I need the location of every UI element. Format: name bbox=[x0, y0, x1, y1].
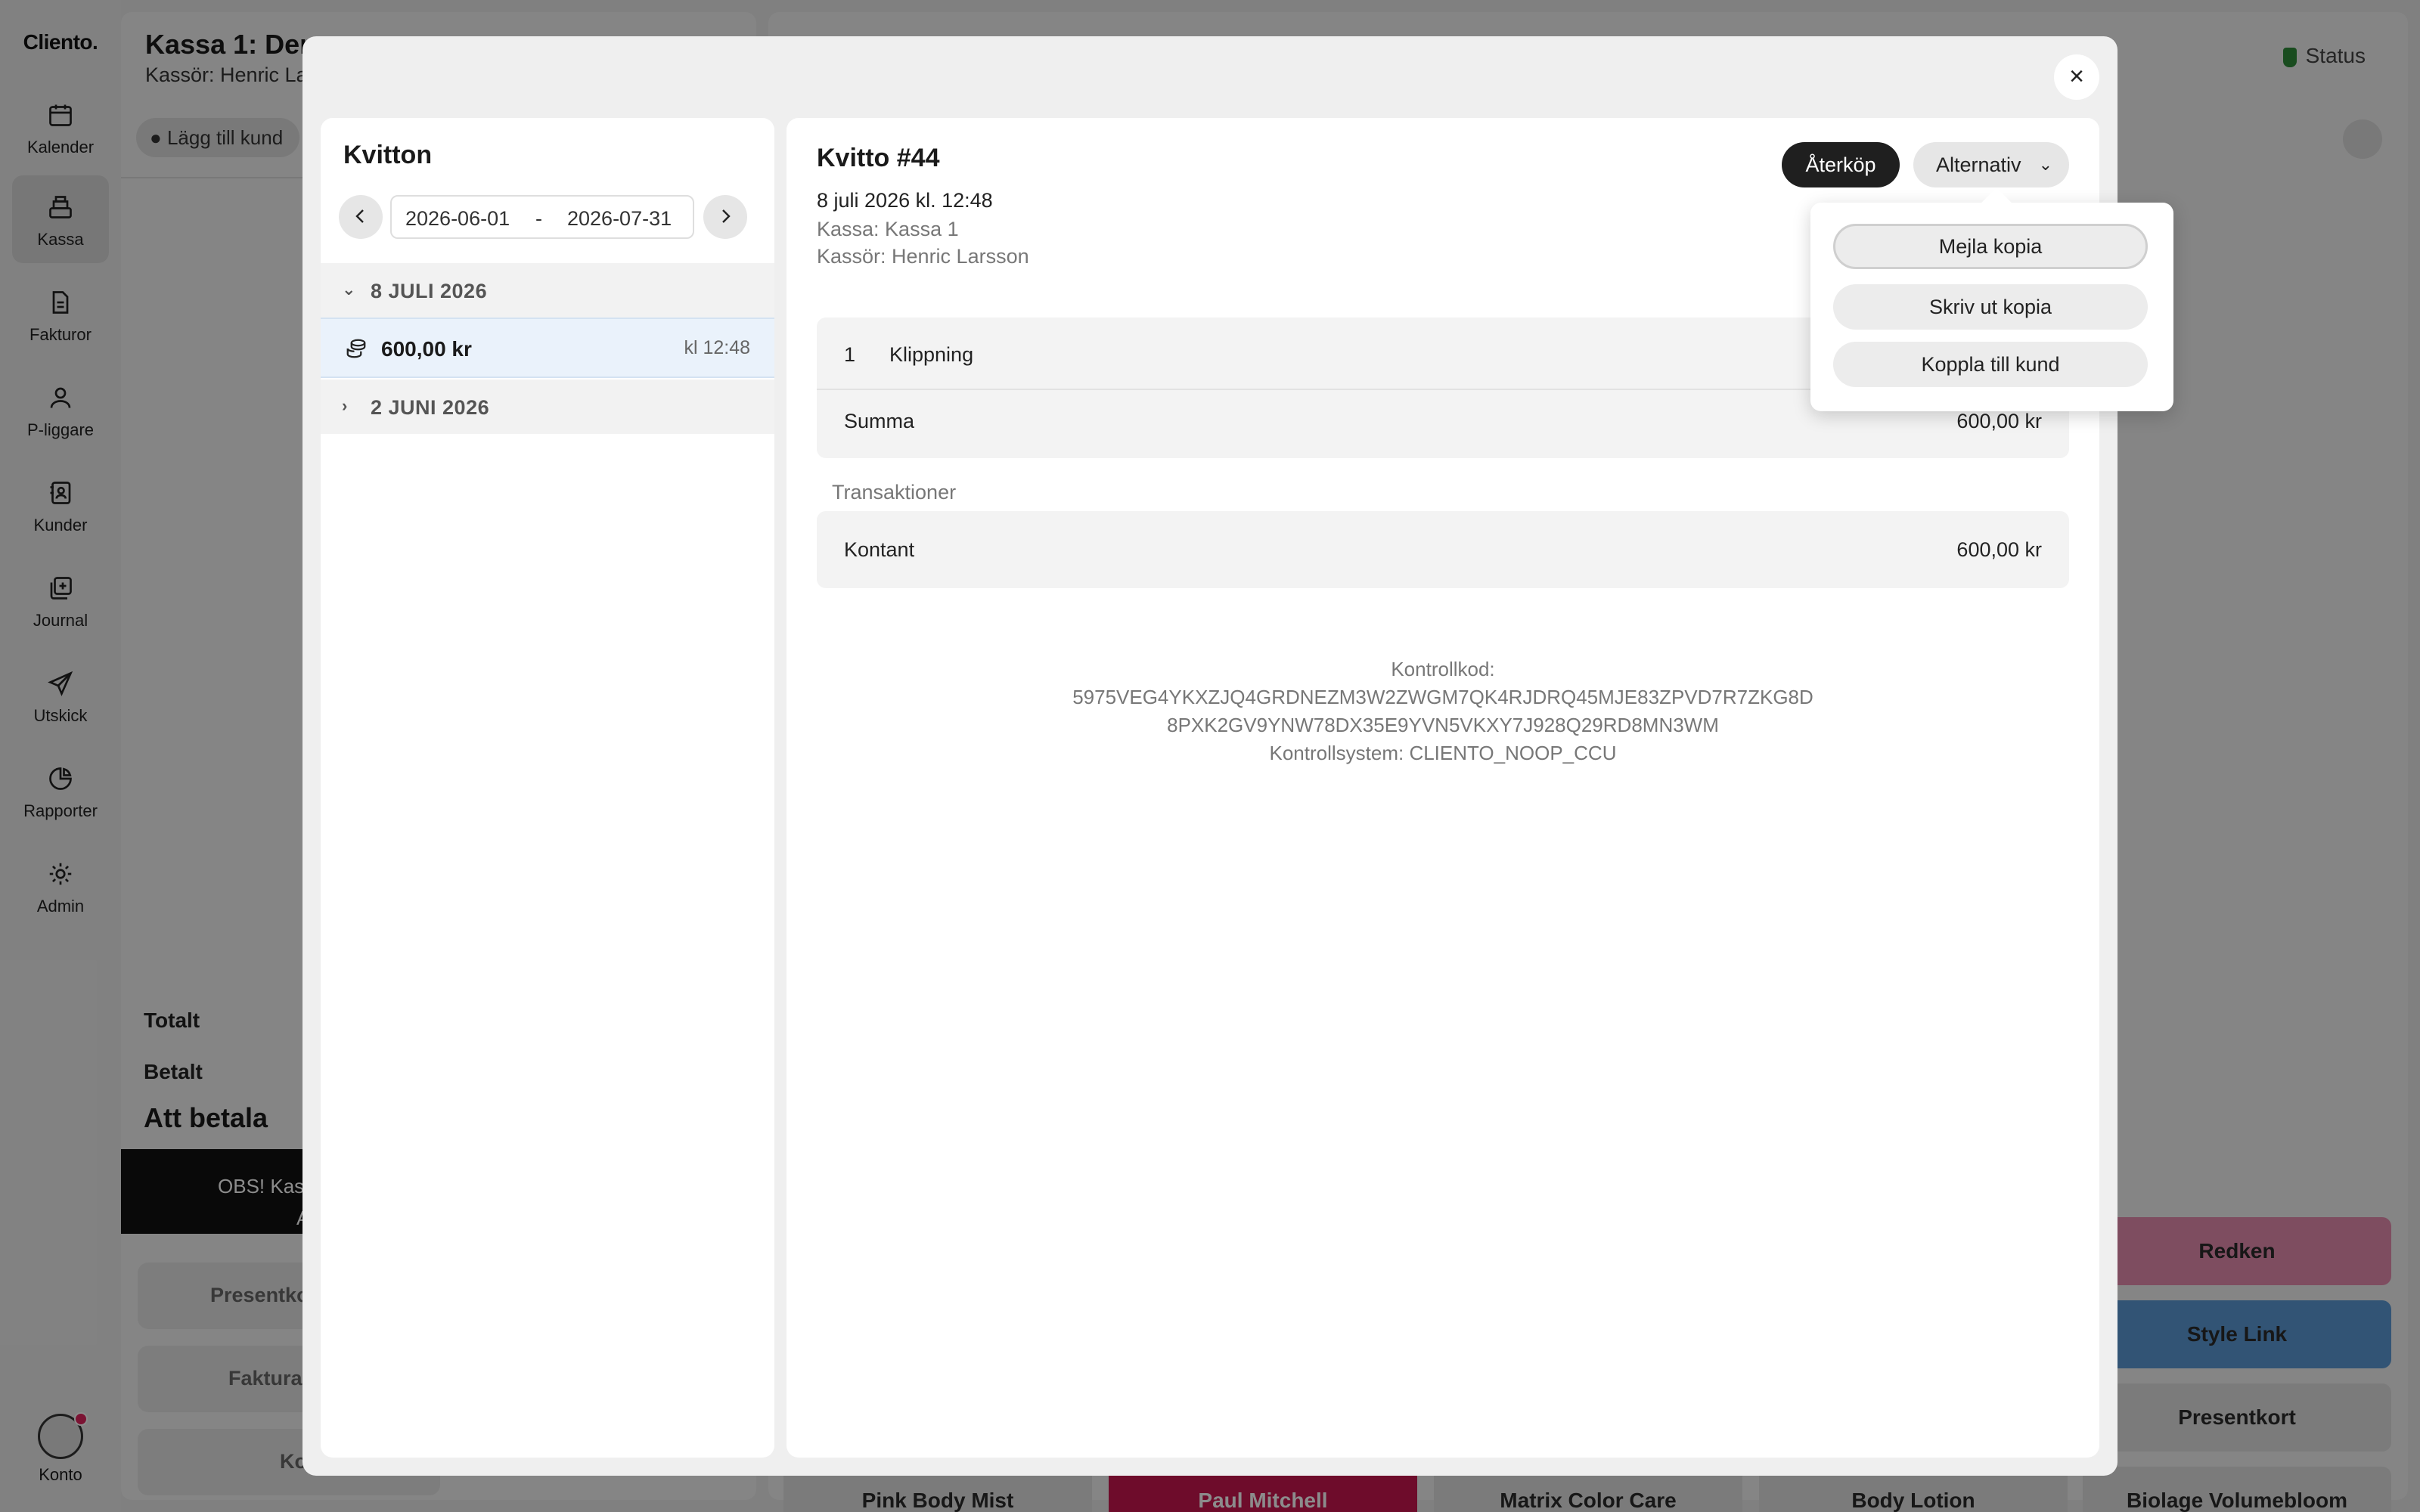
sum-label: Summa bbox=[844, 410, 915, 432]
chevron-left-icon bbox=[355, 209, 364, 223]
date-to[interactable]: 2026-07-31 bbox=[567, 207, 672, 231]
receipt-amount: 600,00 kr bbox=[381, 337, 472, 361]
line-item-name: Klippning bbox=[889, 343, 974, 366]
receipt-datetime: 8 juli 2026 kl. 12:48 bbox=[817, 189, 993, 212]
receipt-group-date: 2 JUNI 2026 bbox=[371, 396, 490, 419]
sum-value: 600,00 kr bbox=[1956, 410, 2042, 432]
receipt-group-header[interactable]: ⌄ 8 JULI 2026 bbox=[321, 263, 774, 318]
control-code-label: Kontrollkod: bbox=[1391, 658, 1495, 680]
receipts-title: Kvitton bbox=[343, 141, 433, 169]
receipts-list-panel: Kvitton 2026-06-01 - 2026-07-31 ⌄ 8 JULI… bbox=[321, 118, 774, 1458]
transaction-row: Kontant 600,00 kr bbox=[817, 511, 2069, 588]
chevron-right-icon bbox=[722, 209, 731, 223]
refund-button[interactable]: Återköp bbox=[1782, 142, 1900, 187]
receipt-cashier: Kassör: Henric Larsson bbox=[817, 245, 1029, 268]
close-icon: × bbox=[2069, 62, 2084, 91]
options-label: Alternativ bbox=[1936, 153, 2021, 176]
line-item-qty: 1 bbox=[844, 343, 856, 366]
receipt-group-header[interactable]: › 2 JUNI 2026 bbox=[321, 380, 774, 434]
receipt-time: kl 12:48 bbox=[684, 337, 750, 358]
chevron-down-icon: ⌄ bbox=[342, 280, 356, 299]
menu-item-email-copy[interactable]: Mejla kopia bbox=[1833, 224, 2148, 269]
close-button[interactable]: × bbox=[2054, 54, 2099, 100]
prev-period-button[interactable] bbox=[339, 195, 383, 239]
options-menu: Mejla kopia Skriv ut kopia Koppla till k… bbox=[1810, 187, 2173, 411]
next-period-button[interactable] bbox=[703, 195, 747, 239]
chevron-down-icon: ⌄ bbox=[2038, 155, 2052, 174]
receipt-register: Kassa: Kassa 1 bbox=[817, 218, 959, 240]
control-system: Kontrollsystem: CLIENTO_NOOP_CCU bbox=[1269, 742, 1617, 764]
date-from[interactable]: 2026-06-01 bbox=[405, 207, 510, 231]
date-separator: - bbox=[535, 207, 542, 230]
receipt-group-date: 8 JULI 2026 bbox=[371, 280, 488, 302]
transaction-amount: 600,00 kr bbox=[1956, 538, 2042, 561]
transaction-method: Kontant bbox=[844, 538, 915, 561]
receipt-list-item[interactable]: 600,00 kr kl 12:48 bbox=[321, 318, 774, 378]
date-range-picker[interactable]: 2026-06-01 - 2026-07-31 bbox=[390, 195, 694, 239]
menu-item-link-customer[interactable]: Koppla till kund bbox=[1833, 342, 2148, 387]
coins-icon bbox=[346, 339, 366, 358]
receipt-title: Kvitto #44 bbox=[817, 144, 940, 172]
menu-item-print-copy[interactable]: Skriv ut kopia bbox=[1833, 284, 2148, 330]
chevron-right-icon: › bbox=[342, 396, 348, 415]
options-dropdown-button[interactable]: Alternativ ⌄ bbox=[1913, 142, 2069, 187]
control-code-line-2: 8PXK2GV9YNW78DX35E9YVN5VKXY7J928Q29RD8MN… bbox=[1167, 714, 1719, 736]
transactions-heading: Transaktioner bbox=[832, 481, 957, 503]
control-code-line-1: 5975VEG4YKXZJQ4GRDNEZM3W2ZWGM7QK4RJDRQ45… bbox=[1072, 686, 1813, 708]
